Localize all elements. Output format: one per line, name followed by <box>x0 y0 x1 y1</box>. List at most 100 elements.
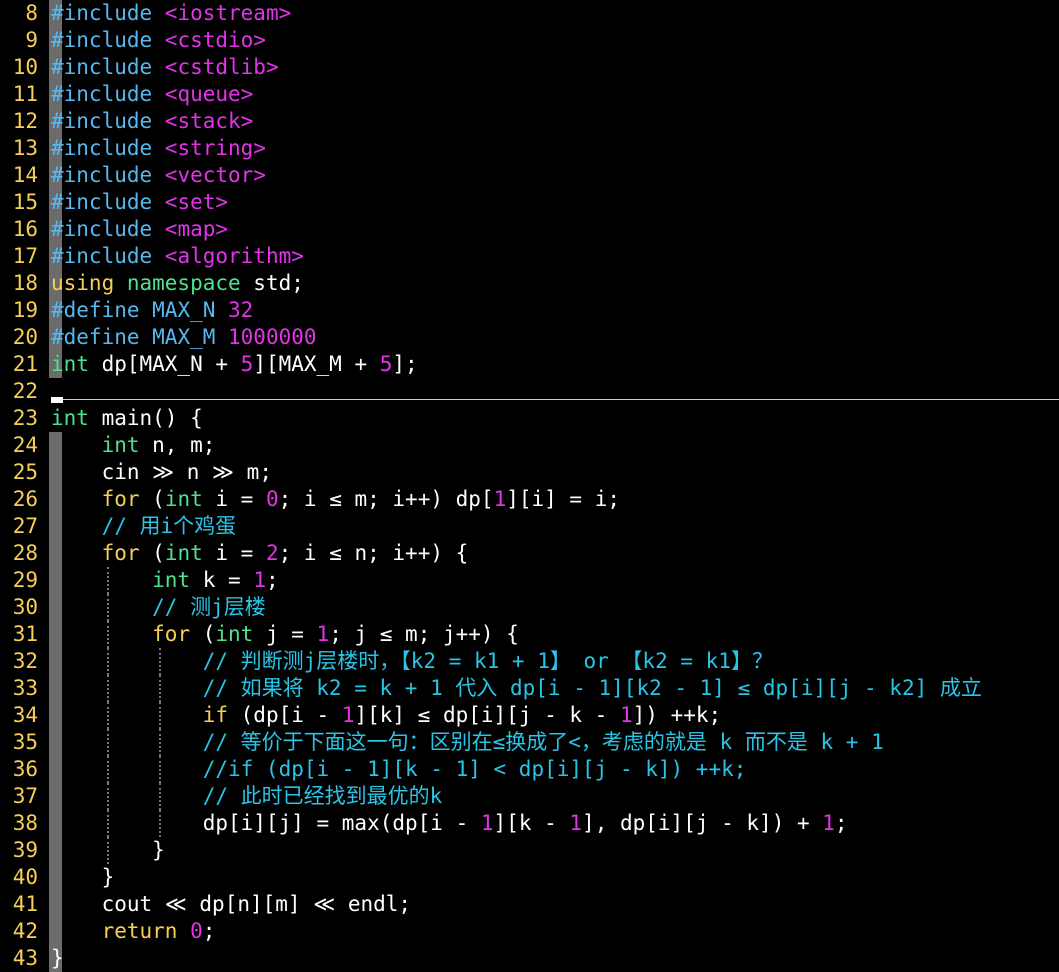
code-line[interactable]: 10 #include <cstdlib> <box>0 54 1059 81</box>
cursor-line-underline <box>51 399 1059 400</box>
code-line[interactable]: 21 int dp[MAX_N + 5][MAX_M + 5]; <box>0 351 1059 378</box>
code-editor[interactable]: 8 #include <iostream> 9 #include <cstdio> 10… <box>0 0 1059 972</box>
code-line[interactable]: 40 } <box>0 864 1059 891</box>
code-token: #include <box>51 55 165 79</box>
code-line[interactable]: 39 } <box>0 837 1059 864</box>
code-token: #include <box>51 109 165 133</box>
code-line[interactable]: 37 // 此时已经找到最优的k <box>0 783 1059 810</box>
line-number: 16 <box>12 217 38 241</box>
code-line[interactable]: 16 #include <map> <box>0 216 1059 243</box>
code-token: k = <box>202 568 254 592</box>
code-text: } <box>51 837 165 864</box>
code-line[interactable]: 18 using namespace std; <box>0 270 1059 297</box>
code-line[interactable]: 12 #include <stack> <box>0 108 1059 135</box>
code-text: using namespace std; <box>51 270 304 297</box>
code-line[interactable]: 13 #include <string> <box>0 135 1059 162</box>
code-token: cin ≫ n ≫ m; <box>51 460 272 484</box>
line-number: 41 <box>12 892 38 916</box>
line-number: 12 <box>12 109 38 133</box>
code-token: ; <box>834 811 848 835</box>
code-line[interactable]: 24 int n, m; <box>0 432 1059 459</box>
code-line[interactable]: 11 #include <queue> <box>0 81 1059 108</box>
code-token: (dp[i - <box>240 703 342 727</box>
code-line[interactable]: 32 // 判断测j层楼时，【k2 = k1 + 1】 or 【k2 = k1】… <box>0 648 1059 675</box>
code-token: ]) ++k; <box>632 703 722 727</box>
code-line[interactable]: 27 // 用i个鸡蛋 <box>0 513 1059 540</box>
code-token: 1 <box>493 487 507 511</box>
code-line[interactable]: 41 cout ≪ dp[n][m] ≪ endl; <box>0 891 1059 918</box>
code-line[interactable]: 23 int main() { <box>0 405 1059 432</box>
code-text: int k = 1; <box>51 567 278 594</box>
code-line[interactable]: 8 #include <iostream> <box>0 0 1059 27</box>
code-text: for (int i = 0; i ≤ m; i++) dp[1][i] = i… <box>51 486 620 513</box>
code-text: for (int i = 2; i ≤ n; i++) { <box>51 540 469 567</box>
code-line[interactable]: 14 #include <vector> <box>0 162 1059 189</box>
code-line[interactable]: 38 dp[i][j] = max(dp[i - 1][k - 1], dp[i… <box>0 810 1059 837</box>
line-number: 35 <box>12 730 38 754</box>
code-line[interactable]: 9 #include <cstdio> <box>0 27 1059 54</box>
code-token: int <box>101 433 153 457</box>
code-token: #include <box>51 244 165 268</box>
code-token: return <box>101 919 191 943</box>
code-token: i = <box>215 541 266 565</box>
code-text: #include <vector> <box>51 162 266 189</box>
code-line[interactable]: 25 cin ≫ n ≫ m; <box>0 459 1059 486</box>
code-line[interactable]: 34 if (dp[i - 1][k] ≤ dp[i][j - k - 1]) … <box>0 702 1059 729</box>
line-number: 29 <box>12 568 38 592</box>
code-line[interactable]: 17 #include <algorithm> <box>0 243 1059 270</box>
code-text: // 测j层楼 <box>51 594 266 621</box>
code-text: // 如果将 k2 = k + 1 代入 dp[i - 1][k2 - 1] ≤… <box>51 675 982 702</box>
code-token: } <box>51 865 115 889</box>
code-text: //if (dp[i - 1][k - 1] < dp[i][j - k]) +… <box>51 756 747 783</box>
code-token: ; i ≤ n; i++) { <box>278 541 469 565</box>
code-line[interactable]: 20 #define MAX_M 1000000 <box>0 324 1059 351</box>
code-token: ][k] ≤ dp[i][j - k - <box>354 703 620 727</box>
code-line[interactable]: 28 for (int i = 2; i ≤ n; i++) { <box>0 540 1059 567</box>
line-number: 22 <box>12 379 38 403</box>
code-line[interactable]: 42 return 0; <box>0 918 1059 945</box>
line-number: 33 <box>12 676 38 700</box>
line-number: 14 <box>12 163 38 187</box>
code-token: <set> <box>164 190 229 214</box>
code-token: dp[i][j] = max(dp[i - <box>51 811 481 835</box>
code-token: 5 <box>240 352 254 376</box>
code-text: // 用i个鸡蛋 <box>51 513 237 540</box>
code-token: if <box>202 703 241 727</box>
code-token: // 等价于下面这一句：区别在≤换成了<，考虑的就是 k 而不是 k + 1 <box>202 730 884 754</box>
code-token: 1 <box>569 811 583 835</box>
code-line[interactable]: 30 // 测j层楼 <box>0 594 1059 621</box>
code-token: #define <box>51 298 153 322</box>
code-line[interactable]: 29 int k = 1; <box>0 567 1059 594</box>
code-line[interactable]: 35 // 等价于下面这一句：区别在≤换成了<，考虑的就是 k 而不是 k + … <box>0 729 1059 756</box>
code-line[interactable]: 36 //if (dp[i - 1][k - 1] < dp[i][j - k]… <box>0 756 1059 783</box>
code-text: int main() { <box>51 405 203 432</box>
code-token: 5 <box>379 352 393 376</box>
code-line[interactable]: 31 for (int j = 1; j ≤ m; j++) { <box>0 621 1059 648</box>
code-token: #include <box>51 136 165 160</box>
code-line[interactable]: 26 for (int i = 0; i ≤ m; i++) dp[1][i] … <box>0 486 1059 513</box>
code-token: ]; <box>392 352 418 376</box>
code-token: int <box>152 568 203 592</box>
code-line[interactable]: 15 #include <set> <box>0 189 1059 216</box>
code-line[interactable]: 33 // 如果将 k2 = k + 1 代入 dp[i - 1][k2 - 1… <box>0 675 1059 702</box>
code-text: // 判断测j层楼时，【k2 = k1 + 1】 or 【k2 = k1】？ <box>51 648 773 675</box>
code-token: #include <box>51 190 165 214</box>
code-line[interactable]: 19 #define MAX_N 32 <box>0 297 1059 324</box>
code-token: j = <box>265 622 317 646</box>
code-token: 0 <box>265 487 279 511</box>
line-number: 18 <box>12 271 38 295</box>
code-text: // 此时已经找到最优的k <box>51 783 443 810</box>
code-token: #define <box>51 325 153 349</box>
code-text: dp[i][j] = max(dp[i - 1][k - 1], dp[i][j… <box>51 810 848 837</box>
code-text: } <box>51 864 115 891</box>
code-line[interactable]: 22 <box>0 378 1059 405</box>
